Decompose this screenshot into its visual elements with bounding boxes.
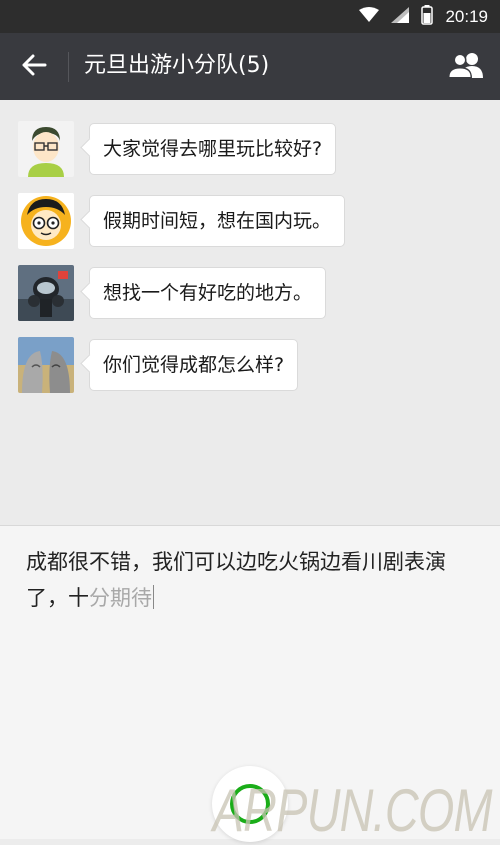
back-button[interactable] [14,49,54,85]
text-caret [153,585,154,609]
group-members-button[interactable] [444,49,488,85]
input-pending-text: 分期待 [89,586,152,610]
chat-message-list[interactable]: 大家觉得去哪里玩比较好? 假期时间短，想在国内玩。 想找一个有好吃的地方。 你们… [0,100,500,525]
signal-icon [391,7,410,27]
message-bubble[interactable]: 你们觉得成都怎么样? [89,339,299,391]
wifi-icon [359,7,380,27]
title-divider [68,52,69,82]
back-arrow-icon [21,54,47,80]
status-time: 20:19 [445,7,488,26]
status-bar: 20:19 [0,0,500,33]
status-icons: 20:19 [359,5,488,29]
group-members-icon [447,51,485,83]
message-bubble[interactable]: 大家觉得去哪里玩比较好? [89,123,337,175]
message-input[interactable]: 成都很不错，我们可以边吃火锅边看川剧表演了，十分期待 [26,544,481,616]
avatar[interactable] [18,193,74,249]
watermark: ARPUN.COM [213,777,493,844]
avatar[interactable] [18,337,74,393]
avatar[interactable] [18,121,74,177]
title-bar: 元旦出游小分队(5) [0,33,500,100]
message-bubble[interactable]: 假期时间短，想在国内玩。 [89,195,346,247]
page-title: 元旦出游小分队(5) [84,53,270,78]
message-bubble[interactable]: 想找一个有好吃的地方。 [89,267,327,319]
voice-input-panel: 成都很不错，我们可以边吃火锅边看川剧表演了，十分期待 ARPUN.COM [0,525,500,844]
battery-icon [421,5,434,29]
avatar[interactable] [18,265,74,321]
